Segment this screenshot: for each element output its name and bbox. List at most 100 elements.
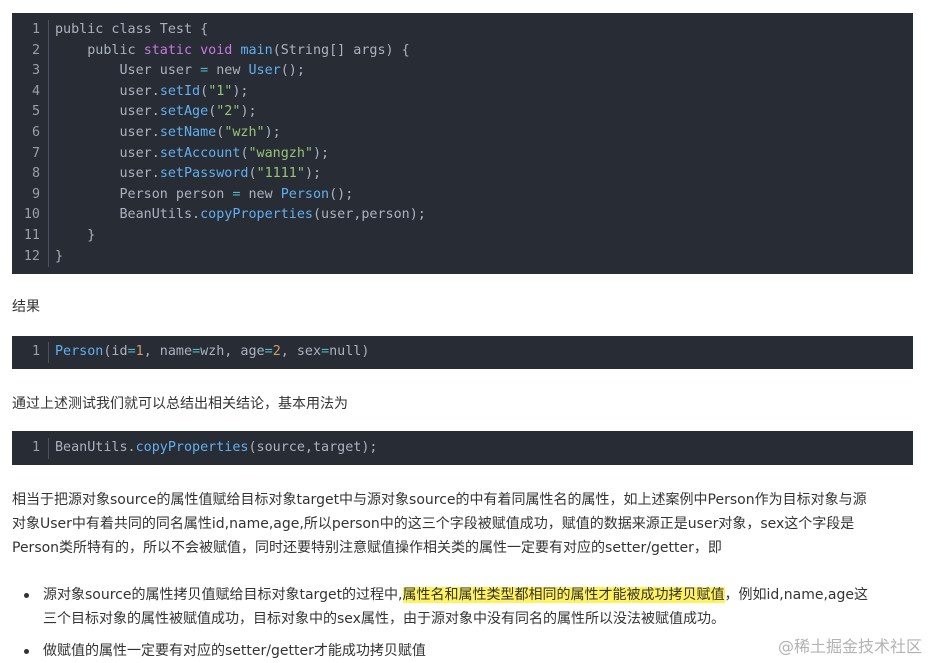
line-number: 8 [31, 166, 40, 182]
code-line: 1 Person(id=1, name=wzh, age=2, sex=null) [12, 342, 913, 363]
code-token: ); [240, 104, 257, 120]
bullet-text: 源对象source的属性拷贝值赋给目标对象target的过程中, [43, 587, 403, 603]
code-text: } [49, 226, 913, 247]
code-text: User user = new User(); [49, 61, 913, 82]
code-token: (); [280, 63, 305, 79]
code-token: ); [232, 83, 249, 99]
explanation-line: Person类所特有的，所以不会被赋值，同时还要特别注意赋值操作相关类的属性一定… [12, 540, 722, 556]
code-token: setId [159, 83, 201, 99]
code-text: user.setAccount("wangzh"); [49, 144, 913, 165]
code-token: "1111" [256, 166, 305, 182]
code-token: null) [329, 344, 370, 359]
code-token: (String[] args) { [272, 42, 410, 58]
code-token: (id [103, 344, 128, 359]
code-token: , name [143, 344, 193, 359]
line-number: 6 [31, 124, 40, 140]
code-text: BeanUtils.copyProperties(source,target); [49, 438, 913, 459]
code-token: BeanUtils. [55, 440, 136, 455]
code-block-usage: 1 BeanUtils.copyProperties(source,target)… [12, 431, 913, 465]
code-token: setAccount [159, 145, 241, 161]
code-token: ); [304, 166, 322, 182]
line-number: 11 [23, 227, 40, 243]
code-token: public class Test { [55, 22, 209, 37]
code-token: (source,target); [248, 440, 378, 455]
code-token: "wangzh" [248, 145, 314, 161]
code-text: BeanUtils.copyProperties(user,person); [49, 205, 913, 226]
code-token: User user [55, 63, 201, 79]
code-token: setName [159, 124, 217, 140]
code-token: User [248, 63, 281, 79]
code-token: Person [55, 344, 104, 359]
line-number: 3 [31, 63, 40, 79]
code-token: setPassword [159, 166, 249, 182]
code-token: (); [329, 186, 354, 202]
code-token: = [200, 63, 209, 79]
watermark: @稀土掘金技术社区 [777, 637, 922, 656]
code-line: 9 Person person = new Person(); [12, 184, 913, 206]
code-token: = [192, 344, 201, 359]
code-token: user. [55, 166, 160, 182]
code-token: copyProperties [200, 207, 313, 223]
line-number: 12 [23, 248, 40, 264]
explanation-line: 对象User中有着共同的同名属性id,name,age,所以person中的这三… [12, 516, 855, 532]
explanation-line: 相当于把源对象source的属性值赋给目标对象target中与源对象source… [12, 492, 867, 508]
code-block-result: 1 Person(id=1, name=wzh, age=2, sex=null) [12, 336, 913, 369]
line-number: 1 [31, 344, 40, 359]
line-number: 9 [31, 186, 40, 202]
code-token: user. [55, 104, 160, 120]
code-token: "1" [208, 83, 233, 99]
line-number: 2 [31, 42, 40, 58]
code-line: 5 user.setAge("2"); [12, 102, 913, 123]
code-line: 1 BeanUtils.copyProperties(source,target)… [12, 438, 913, 459]
code-token: ( [248, 166, 257, 182]
code-token: static void [143, 42, 241, 58]
code-line: 8 user.setPassword("1111"); [12, 164, 913, 185]
code-token: Person person [55, 186, 233, 202]
code-text: Person person = new Person(); [49, 185, 913, 206]
bullet-dot [24, 649, 29, 654]
code-text: user.setId("1"); [49, 82, 913, 103]
code-token: , sex [280, 344, 322, 359]
code-token: "wzh" [224, 124, 265, 140]
list-item: 源对象source的属性拷贝值赋给目标对象target的过程中,属性名和属性类型… [24, 583, 912, 631]
code-line: 2 public static void main(String[] args)… [12, 40, 913, 62]
code-token: ( [240, 145, 249, 161]
code-token: wzh, age [200, 344, 265, 359]
code-token: new [208, 63, 249, 79]
code-token: 1 [135, 344, 144, 359]
code-text: user.setPassword("1111"); [49, 164, 913, 185]
code-token: (user,person); [313, 207, 426, 223]
code-token: = [127, 344, 136, 359]
code-token: new [240, 186, 281, 202]
code-text: user.setAge("2"); [49, 102, 913, 123]
line-number: 1 [31, 440, 40, 455]
line-number: 1 [31, 22, 40, 37]
code-line: 12} [12, 246, 913, 268]
explanation-paragraph: 相当于把源对象source的属性值赋给目标对象target中与源对象source… [12, 488, 912, 560]
code-token: ( [200, 83, 209, 99]
code-line: 6 user.setName("wzh"); [12, 122, 913, 144]
bullet-dot [24, 593, 29, 598]
highlighted-text: 属性名和属性类型都相同的属性才能被成功拷贝赋值 [402, 587, 725, 603]
code-token: copyProperties [135, 440, 249, 455]
code-block-test-class: 1 public class Test { 2 public static void… [12, 13, 913, 274]
code-token: ); [313, 145, 330, 161]
code-token: user. [55, 124, 160, 140]
line-number: 5 [31, 104, 40, 120]
conclusion-intro: 通过上述测试我们就可以总结出相关结论，基本用法为 [12, 396, 348, 412]
code-token: "2" [216, 104, 241, 120]
code-text: Person(id=1, name=wzh, age=2, sex=null) [49, 342, 913, 363]
code-token: main [240, 42, 273, 58]
code-text: user.setName("wzh"); [49, 123, 913, 144]
code-token: setAge [159, 104, 209, 120]
code-line: 11 } [12, 225, 913, 247]
bullet-text: 三个目标对象的属性被赋值成功，目标对象中的sex属性，由于源对象中没有同名的属性… [43, 611, 725, 627]
code-line: 7 user.setAccount("wangzh"); [12, 143, 913, 165]
bullet-text: ，例如id,name,age这 [724, 587, 868, 603]
line-number: 7 [31, 145, 40, 161]
code-token: 2 [272, 344, 281, 359]
code-token: ); [264, 124, 281, 140]
line-number: 4 [31, 83, 40, 99]
code-line: 3 User user = new User(); [12, 61, 913, 82]
result-label: 结果 [12, 299, 40, 315]
